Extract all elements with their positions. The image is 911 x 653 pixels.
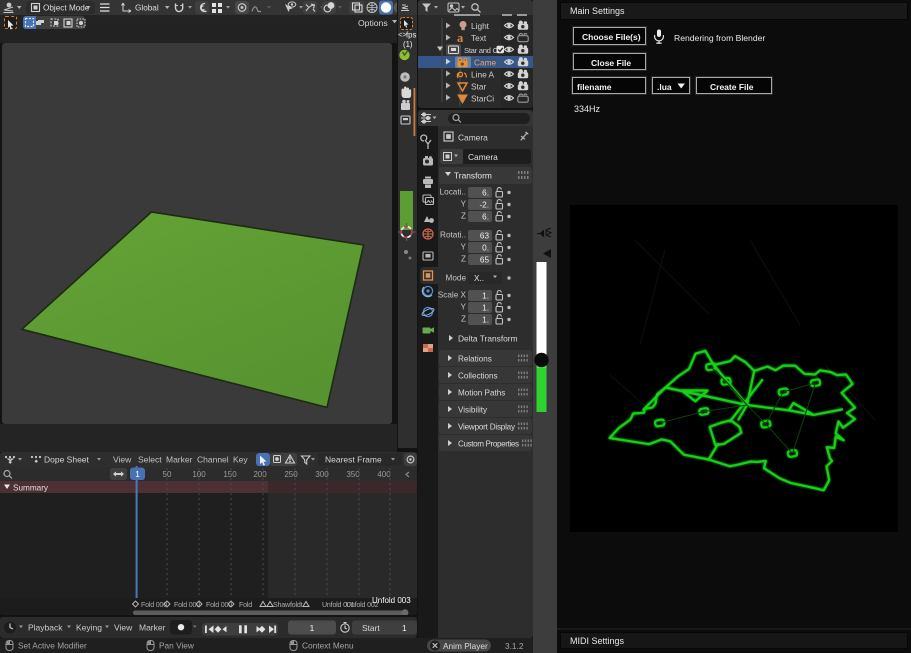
svg-text:0.: 0. <box>482 244 489 253</box>
svg-text:Fold 000: Fold 000 <box>174 601 200 609</box>
svg-text:Camera: Camera <box>458 133 488 143</box>
svg-text:1: 1 <box>402 623 407 633</box>
svg-text:Pan View: Pan View <box>159 641 195 651</box>
svg-text:250: 250 <box>284 470 298 479</box>
svg-text:Marker: Marker <box>139 623 166 633</box>
svg-text:View: View <box>114 623 133 633</box>
svg-text:Motion Paths: Motion Paths <box>458 389 505 398</box>
svg-text:Z: Z <box>461 212 466 221</box>
svg-text:1: 1 <box>310 623 315 633</box>
svg-text:Select: Select <box>138 455 162 465</box>
svg-text:Key: Key <box>233 455 248 465</box>
svg-text:a: a <box>457 31 464 45</box>
svg-text:Y: Y <box>461 243 467 252</box>
svg-text:150: 150 <box>223 470 237 479</box>
svg-text:Came: Came <box>474 58 497 68</box>
svg-text:Unfold 003: Unfold 003 <box>372 596 411 605</box>
svg-text:Rotati..: Rotati.. <box>440 231 466 240</box>
svg-text:Fold 000: Fold 000 <box>141 601 167 609</box>
svg-text:Fold 000: Fold 000 <box>206 601 232 609</box>
svg-text:Keying: Keying <box>76 623 102 633</box>
svg-text:Marker: Marker <box>166 455 193 465</box>
svg-text:Z: Z <box>461 255 466 264</box>
svg-text:Relations: Relations <box>458 355 492 364</box>
svg-text:fps: fps <box>406 31 417 40</box>
svg-text:350: 350 <box>346 470 360 479</box>
svg-text:1.: 1. <box>482 316 489 325</box>
svg-text:65: 65 <box>480 256 490 265</box>
svg-text:Camera: Camera <box>468 152 498 162</box>
svg-text:(1): (1) <box>403 40 413 49</box>
svg-text:View: View <box>113 455 132 465</box>
svg-text:Text: Text <box>471 33 487 43</box>
svg-text:Summary: Summary <box>13 484 49 493</box>
svg-text:Transform: Transform <box>454 171 492 181</box>
svg-text:Nearest Frame: Nearest Frame <box>325 455 382 465</box>
svg-text:Viewport Display: Viewport Display <box>458 423 516 432</box>
svg-text:200: 200 <box>253 470 267 479</box>
svg-text:400: 400 <box>377 470 391 479</box>
svg-text:Star and C: Star and C <box>464 46 498 55</box>
svg-text:Star: Star <box>471 82 486 92</box>
svg-text:Light: Light <box>471 21 490 31</box>
svg-text:63: 63 <box>480 232 490 241</box>
svg-text:Collections: Collections <box>458 372 498 381</box>
svg-text:Context Menu: Context Menu <box>302 641 354 651</box>
svg-text:Dope Sheet: Dope Sheet <box>44 455 90 465</box>
svg-text:Object Mode: Object Mode <box>43 3 90 12</box>
svg-text:Visibility: Visibility <box>458 406 488 415</box>
svg-text:Z: Z <box>461 315 466 324</box>
svg-text:6.: 6. <box>482 189 489 198</box>
svg-text:6.: 6. <box>482 213 489 222</box>
svg-text:Locati..: Locati.. <box>440 188 466 197</box>
svg-text:Fold: Fold <box>239 601 252 609</box>
svg-text:Global: Global <box>135 3 159 12</box>
svg-text:Y: Y <box>461 303 467 312</box>
svg-text:Start: Start <box>362 623 380 633</box>
svg-text:Scale X: Scale X <box>438 291 467 300</box>
svg-text:-2.: -2. <box>479 201 489 210</box>
svg-text:Playback: Playback <box>28 623 63 633</box>
svg-text:1.: 1. <box>482 292 489 301</box>
svg-text:Shawfoldt: Shawfoldt <box>273 601 303 609</box>
svg-text:Channel: Channel <box>197 455 229 465</box>
svg-text:Custom Properties: Custom Properties <box>458 440 519 449</box>
svg-text:Line A: Line A <box>471 70 495 80</box>
svg-text:1: 1 <box>135 469 140 479</box>
svg-text:Mode: Mode <box>446 274 467 283</box>
svg-text:X..: X.. <box>474 274 484 283</box>
svg-text:StarCi: StarCi <box>471 94 494 104</box>
svg-text:Set Active Modifier: Set Active Modifier <box>18 641 87 651</box>
svg-text:1.: 1. <box>482 304 489 313</box>
svg-text:Delta Transform: Delta Transform <box>458 334 518 344</box>
svg-text:3.1.2: 3.1.2 <box>505 641 524 651</box>
svg-text:Y: Y <box>461 200 467 209</box>
svg-text:Anim Player: Anim Player <box>443 641 488 651</box>
